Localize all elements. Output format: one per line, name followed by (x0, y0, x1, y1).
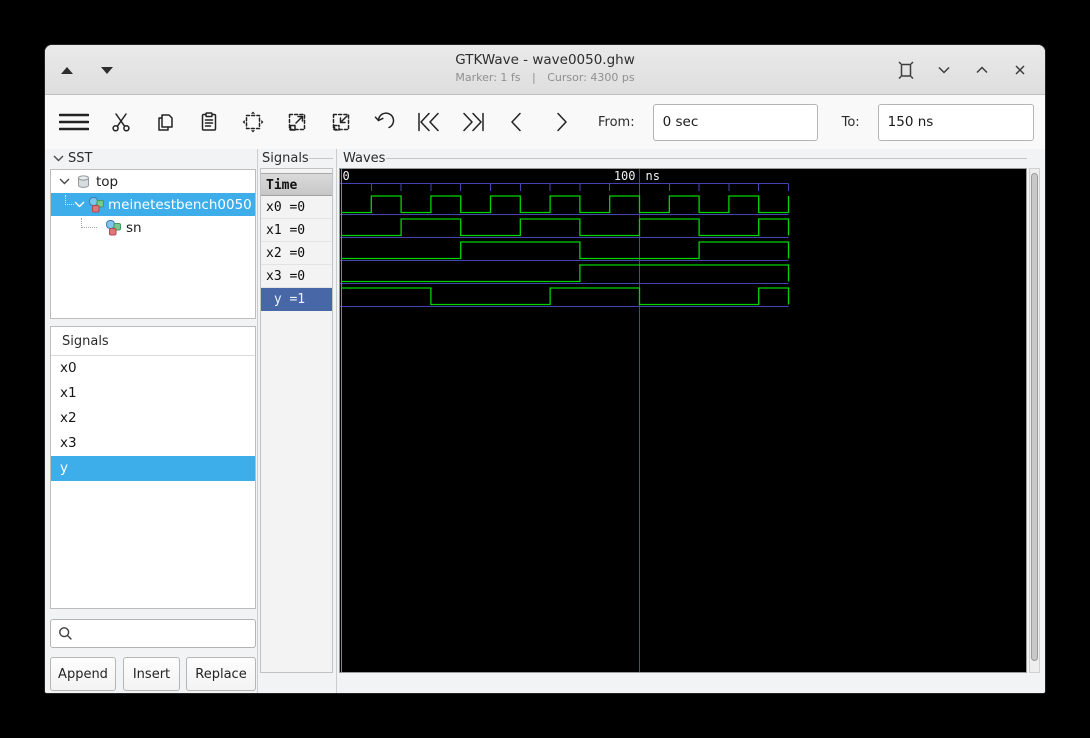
close-icon (1015, 65, 1025, 75)
chevron-right-icon (557, 112, 567, 132)
signals-list-panel: Signals x0 x1 x2 x3 y (50, 326, 256, 609)
pane-sash-left[interactable] (257, 149, 258, 693)
status-separator: | (532, 71, 536, 84)
scissors-icon (112, 113, 130, 132)
replace-button[interactable]: Replace (186, 657, 256, 691)
tree-item-meinetestbench0050[interactable]: meinetestbench0050 (51, 193, 255, 216)
value-row-x0[interactable]: x0 =0 (261, 196, 332, 219)
close-button[interactable] (1009, 59, 1031, 81)
copy-button[interactable] (152, 109, 178, 135)
go-to-end-button[interactable] (460, 109, 486, 135)
sst-tree: top meinetestbench0050 sn (50, 169, 256, 319)
signal-list-item[interactable]: x2 (51, 406, 255, 431)
to-input[interactable] (877, 103, 1034, 141)
sst-label: SST (68, 151, 93, 166)
paste-button[interactable] (196, 109, 222, 135)
value-row-x2[interactable]: x2 =0 (261, 242, 332, 265)
svg-text:ns: ns (646, 169, 660, 183)
maximize-button[interactable] (971, 59, 993, 81)
value: =0 (289, 200, 306, 215)
value: =1 (289, 292, 306, 307)
hamburger-menu-icon (59, 113, 89, 131)
wave-vscrollbar[interactable] (1029, 168, 1040, 673)
hierarchy-cubes-icon (106, 220, 121, 236)
zoom-out-button[interactable] (328, 109, 354, 135)
svg-text:0: 0 (343, 169, 350, 183)
sst-header[interactable]: SST (53, 151, 92, 166)
main-content: SST top meinetestbench0050 sn Signals x0… (45, 149, 1045, 693)
tree-item-sn[interactable]: sn (51, 216, 255, 239)
insert-button[interactable]: Insert (123, 657, 180, 691)
zoom-in-icon (288, 113, 306, 131)
skip-to-end-icon (463, 112, 484, 132)
undo-button[interactable] (372, 109, 398, 135)
wave-canvas[interactable]: 0 100 ns (339, 168, 1027, 673)
prev-edge-button[interactable] (504, 109, 530, 135)
marker-status: Marker: 1 fs (455, 71, 521, 84)
to-label: To: (841, 114, 860, 130)
next-edge-button[interactable] (548, 109, 574, 135)
go-to-start-button[interactable] (416, 109, 442, 135)
clipboard-paste-icon (201, 112, 217, 131)
tree-item-label: sn (126, 219, 142, 236)
chevron-left-icon (511, 112, 521, 132)
gtkwave-window: GTKWave - wave0050.ghw Marker: 1 fs | Cu… (44, 44, 1046, 694)
chevron-down-icon (53, 155, 64, 162)
toolbar: From: To: (45, 95, 1045, 149)
zoom-fit-icon (242, 111, 264, 133)
signal-search-box (50, 619, 256, 648)
value: =0 (289, 223, 306, 238)
fit-window-icon (898, 61, 914, 80)
copy-icon (158, 114, 173, 131)
cut-button[interactable] (108, 109, 134, 135)
cursor-status: Cursor: 4300 ps (547, 71, 635, 84)
svg-text:100: 100 (614, 169, 636, 183)
time-header[interactable]: Time (261, 173, 332, 196)
zoom-in-button[interactable] (284, 109, 310, 135)
tree-connector (65, 195, 74, 205)
frame-line (309, 158, 333, 159)
waves-frame-label: Waves (343, 151, 386, 166)
wave-vscroll-thumb[interactable] (1031, 173, 1038, 661)
values-frame-label: Signals (262, 151, 309, 166)
signal-list-item[interactable]: x1 (51, 381, 255, 406)
value-row-x1[interactable]: x1 =0 (261, 219, 332, 242)
search-input[interactable] (79, 620, 255, 647)
signal-list-item-selected[interactable]: y (51, 456, 255, 481)
minimize-button[interactable] (933, 59, 955, 81)
value-row-x3[interactable]: x3 =0 (261, 265, 332, 288)
from-label: From: (598, 114, 635, 130)
zoom-out-icon (332, 113, 350, 131)
from-input[interactable] (652, 103, 818, 141)
append-button[interactable]: Append (50, 657, 116, 691)
tree-item-top[interactable]: top (51, 170, 255, 193)
fit-window-button[interactable] (895, 59, 917, 81)
tree-item-label: meinetestbench0050 (108, 196, 252, 213)
chevron-down-icon (938, 66, 950, 74)
module-cylinder-icon (78, 174, 89, 188)
expander-icon[interactable] (59, 177, 70, 186)
menu-button[interactable] (58, 109, 90, 135)
expander-icon[interactable] (74, 200, 85, 209)
titlebar: GTKWave - wave0050.ghw Marker: 1 fs | Cu… (45, 45, 1045, 95)
chevron-up-icon (976, 66, 988, 74)
value: =0 (289, 269, 306, 284)
zoom-fit-button[interactable] (240, 109, 266, 135)
signal-list-item[interactable]: x0 (51, 356, 255, 381)
hierarchy-cubes-icon (89, 197, 104, 213)
search-icon (59, 627, 72, 640)
value: =0 (289, 246, 306, 261)
frame-line (386, 158, 1027, 159)
pane-sash-right[interactable] (336, 149, 337, 693)
wave-plot: 0 100 ns (340, 169, 790, 672)
signals-list-header: Signals (51, 327, 255, 356)
signal-list-item[interactable]: x3 (51, 431, 255, 456)
tree-item-label: top (96, 173, 119, 190)
signal-values-panel: Time x0 =0 x1 =0 x2 =0 x3 =0 y =1 (260, 168, 333, 673)
tree-connector (81, 218, 97, 228)
skip-to-start-icon (418, 112, 439, 132)
undo-arrow-icon (374, 112, 395, 129)
value-row-y-selected[interactable]: y =1 (261, 288, 332, 311)
